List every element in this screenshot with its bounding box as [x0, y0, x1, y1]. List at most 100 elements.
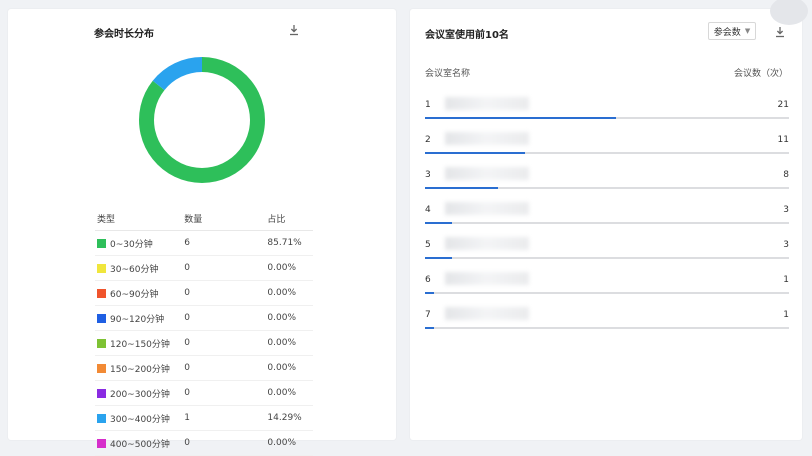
caret-down-icon: ▼ [744, 27, 751, 35]
progress-fill [425, 222, 453, 224]
rank-number: 6 [425, 275, 431, 285]
meeting-count-value: 3 [783, 205, 789, 215]
type-label: 0~30分钟 [110, 239, 153, 250]
percent-cell: 0.00% [267, 263, 297, 273]
card-title: 参会时长分布 [94, 29, 154, 40]
rank-number: 2 [425, 135, 431, 145]
legend-swatch [97, 388, 106, 398]
legend-swatch [97, 338, 106, 348]
room-ranking-card: 会议室使用前10名 参会数 ▼ 会议室名称 会议数（次） 1 21 2 11 3 8 4 3 5… [410, 0, 808, 440]
ranking-item: 38 [425, 167, 789, 197]
percent-cell: 0.00% [267, 363, 297, 373]
progress-track [425, 187, 789, 189]
ranking-item: 61 [425, 272, 789, 302]
percent-cell: 0.00% [267, 288, 297, 298]
type-cell: 30~60分钟 [95, 262, 184, 275]
percent-cell: 85.71% [267, 238, 302, 248]
type-cell: 60~90分钟 [95, 287, 184, 300]
table-row: 0~30分钟 6 85.71% [95, 231, 313, 256]
download-icon [290, 25, 298, 36]
table-row: 150~200分钟 0 0.00% [95, 356, 313, 381]
header-meeting-count: 会议数（次） [733, 69, 788, 79]
type-cell: 90~120分钟 [95, 312, 184, 325]
progress-fill [425, 257, 453, 259]
count-cell: 0 [184, 338, 190, 348]
ranking-header: 会议室名称 会议数（次） [425, 66, 788, 79]
rank-number: 1 [425, 100, 431, 110]
progress-track [425, 257, 789, 259]
rank-number: 7 [425, 310, 431, 320]
duration-table: 类型 数量 占比 0~30分钟 6 85.71% 30~60分钟 0 0.00% 60~90… [95, 206, 313, 456]
donut-slice[interactable] [152, 57, 202, 91]
type-cell: 300~400分钟 [95, 412, 184, 425]
rank-number: 5 [425, 240, 431, 250]
type-label: 120~150分钟 [110, 339, 170, 350]
progress-fill [425, 187, 498, 189]
count-cell: 0 [184, 263, 190, 273]
type-cell: 200~300分钟 [95, 387, 184, 400]
count-cell: 0 [184, 363, 190, 373]
room-name-blurred [445, 97, 529, 110]
legend-swatch [97, 288, 106, 298]
metric-select[interactable]: 参会数 ▼ [708, 22, 756, 40]
progress-track [425, 222, 789, 224]
type-cell: 120~150分钟 [95, 337, 184, 350]
header-type: 类型 [97, 214, 116, 225]
room-name-blurred [445, 167, 529, 180]
table-row: 90~120分钟 0 0.00% [95, 306, 313, 331]
ranking-item: 53 [425, 237, 789, 267]
meeting-count-value: 21 [777, 100, 789, 110]
percent-cell: 14.29% [267, 413, 302, 423]
header-count: 数量 [184, 214, 203, 225]
room-name-blurred [445, 272, 529, 285]
count-cell: 1 [184, 413, 190, 423]
type-cell: 0~30分钟 [95, 237, 184, 250]
count-cell: 0 [184, 388, 190, 398]
meeting-count-value: 11 [777, 135, 789, 145]
type-label: 150~200分钟 [110, 364, 170, 375]
room-name-blurred [445, 132, 529, 145]
download-icon [776, 27, 784, 38]
metric-select-value: 参会数 [713, 27, 741, 38]
meeting-count-value: 1 [783, 275, 789, 285]
legend-swatch [97, 363, 106, 373]
room-name-blurred [445, 237, 529, 250]
count-cell: 0 [184, 313, 190, 323]
header-percent: 占比 [267, 214, 286, 225]
rank-number: 3 [425, 170, 431, 180]
table-row: 300~400分钟 1 14.29% [95, 406, 313, 431]
rank-number: 4 [425, 205, 431, 215]
meeting-count-value: 3 [783, 240, 789, 250]
legend-swatch [97, 413, 106, 423]
progress-track [425, 292, 789, 294]
progress-track [425, 117, 789, 119]
percent-cell: 0.00% [267, 338, 297, 348]
type-label: 60~90分钟 [110, 289, 159, 300]
type-label: 300~400分钟 [110, 414, 170, 425]
ranking-item: 1 21 [425, 97, 789, 127]
table-row: 60~90分钟 0 0.00% [95, 281, 313, 306]
download-button[interactable] [773, 25, 787, 39]
corner-action-button[interactable] [770, 0, 808, 25]
card-title: 会议室使用前10名 [425, 30, 509, 41]
download-button[interactable] [287, 23, 301, 37]
meeting-count-value: 1 [783, 310, 789, 320]
progress-track [425, 327, 789, 329]
duration-distribution-card: 参会时长分布 类型 数量 占比 0~30分钟 6 85.71% 30~60分钟 0 0.0… [8, 9, 396, 456]
type-label: 400~500分钟 [110, 439, 170, 450]
type-cell: 150~200分钟 [95, 362, 184, 375]
progress-fill [425, 117, 617, 119]
type-label: 30~60分钟 [110, 264, 159, 275]
table-row: 120~150分钟 0 0.00% [95, 331, 313, 356]
percent-cell: 0.00% [267, 313, 297, 323]
table-row: 400~500分钟 0 0.00% [95, 431, 313, 456]
type-label: 90~120分钟 [110, 314, 165, 325]
percent-cell: 0.00% [267, 388, 297, 398]
legend-swatch [97, 313, 106, 323]
progress-fill [425, 292, 435, 294]
progress-fill [425, 152, 526, 154]
progress-track [425, 152, 789, 154]
room-name-blurred [445, 202, 529, 215]
table-row: 30~60分钟 0 0.00% [95, 256, 313, 281]
meeting-count-value: 8 [783, 170, 789, 180]
